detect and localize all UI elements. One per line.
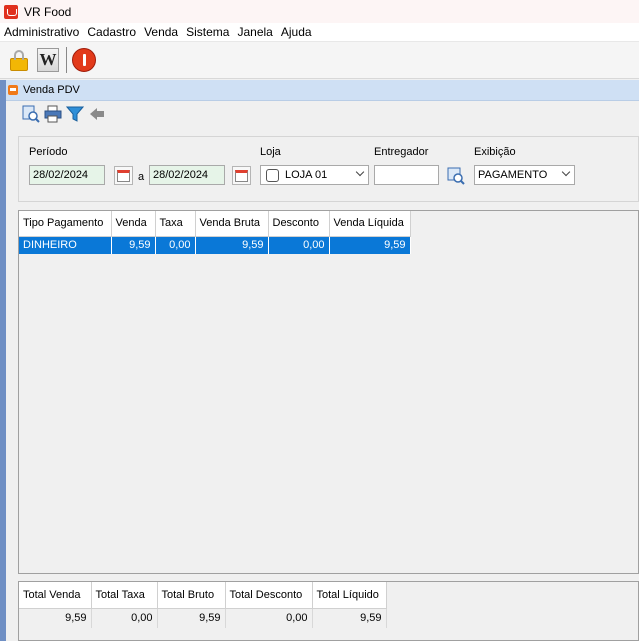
filter-panel: Período 28/02/2024 a 28/02/2024 Loja LOJ…	[18, 136, 639, 202]
total-venda-value: 9,59	[19, 608, 92, 628]
col-venda-liquida[interactable]: Venda Líquida	[329, 211, 411, 237]
total-desconto-value: 0,00	[225, 608, 313, 628]
col-venda[interactable]: Venda	[111, 211, 156, 237]
filter-icon	[66, 106, 84, 122]
print-button[interactable]	[42, 104, 64, 124]
col-taxa[interactable]: Taxa	[155, 211, 196, 237]
totals-header-row: Total Venda Total Taxa Total Bruto Total…	[19, 582, 387, 609]
total-liquido-value: 9,59	[312, 608, 387, 628]
loja-value: LOJA 01	[285, 169, 328, 181]
lock-icon	[10, 49, 28, 71]
exit-button[interactable]	[71, 46, 97, 74]
table-header-row: Tipo Pagamento Venda Taxa Venda Bruta De…	[19, 211, 411, 237]
calendar-icon	[117, 169, 130, 182]
total-liquido-label: Total Líquido	[312, 582, 387, 609]
totals-table: Total Venda Total Taxa Total Bruto Total…	[19, 582, 387, 628]
window-title: VR Food	[24, 4, 72, 19]
cell-taxa: 0,00	[155, 236, 196, 254]
total-taxa-value: 0,00	[91, 608, 158, 628]
total-taxa-label: Total Taxa	[91, 582, 158, 609]
filter-button[interactable]	[64, 104, 86, 124]
power-icon	[72, 48, 96, 72]
exibicao-select[interactable]: PAGAMENTO	[474, 165, 575, 185]
loja-checkbox[interactable]	[266, 168, 279, 182]
frame-title: Venda PDV	[23, 84, 80, 96]
total-bruto-value: 9,59	[157, 608, 226, 628]
date-from-field[interactable]: 28/02/2024	[29, 165, 105, 185]
col-desconto[interactable]: Desconto	[268, 211, 330, 237]
calendar-icon	[235, 169, 248, 182]
date-from-calendar-button[interactable]	[114, 166, 133, 185]
menu-janela[interactable]: Janela	[233, 25, 276, 39]
cell-venda-bruta: 9,59	[195, 236, 269, 254]
search-report-icon	[22, 105, 40, 123]
search-icon	[447, 167, 465, 185]
menu-venda[interactable]: Venda	[140, 25, 182, 39]
main-toolbar: W	[0, 42, 639, 79]
cell-desconto: 0,00	[268, 236, 330, 254]
menu-ajuda[interactable]: Ajuda	[277, 25, 316, 39]
cell-venda-liquida: 9,59	[329, 236, 411, 254]
results-table: Tipo Pagamento Venda Taxa Venda Bruta De…	[19, 211, 411, 254]
back-button[interactable]	[86, 104, 108, 124]
col-venda-bruta[interactable]: Venda Bruta	[195, 211, 269, 237]
total-desconto-label: Total Desconto	[225, 582, 313, 609]
total-venda-label: Total Venda	[19, 582, 92, 609]
venda-pdv-frame: Venda PDV Período 28/02/2024 a 28/02/202…	[6, 80, 639, 641]
exibicao-label: Exibição	[474, 146, 516, 158]
loja-label: Loja	[260, 146, 281, 158]
periodo-label: Período	[29, 146, 68, 158]
totals-values-row: 9,59 0,00 9,59 0,00 9,59	[19, 608, 387, 628]
frame-toolbar	[20, 104, 108, 124]
w-button[interactable]: W	[35, 46, 61, 74]
search-report-button[interactable]	[20, 104, 42, 124]
date-to-calendar-button[interactable]	[232, 166, 251, 185]
entregador-search-button[interactable]	[446, 166, 465, 185]
table-row[interactable]: DINHEIRO 9,59 0,00 9,59 0,00 9,59	[19, 236, 411, 254]
entregador-label: Entregador	[374, 146, 429, 158]
menu-cadastro[interactable]: Cadastro	[83, 25, 140, 39]
col-tipo-pagamento[interactable]: Tipo Pagamento	[19, 211, 112, 237]
menu-administrativo[interactable]: Administrativo	[0, 25, 83, 39]
title-bar: VR Food	[0, 0, 639, 23]
frame-title-bar: Venda PDV	[6, 80, 639, 101]
exibicao-value: PAGAMENTO	[478, 169, 548, 181]
cell-tipo-pagamento: DINHEIRO	[19, 236, 112, 254]
date-to-field[interactable]: 28/02/2024	[149, 165, 225, 185]
lock-button[interactable]	[6, 46, 32, 74]
chevron-down-icon	[561, 167, 571, 177]
chevron-down-icon	[355, 167, 365, 177]
cell-venda: 9,59	[111, 236, 156, 254]
entregador-field[interactable]	[374, 165, 439, 185]
frame-icon	[8, 85, 18, 95]
menu-sistema[interactable]: Sistema	[182, 25, 233, 39]
date-separator: a	[138, 171, 145, 183]
results-grid: Tipo Pagamento Venda Taxa Venda Bruta De…	[18, 210, 639, 574]
print-icon	[44, 105, 62, 123]
totals-panel: Total Venda Total Taxa Total Bruto Total…	[18, 581, 639, 641]
app-logo-icon	[4, 4, 18, 19]
total-bruto-label: Total Bruto	[157, 582, 226, 609]
menu-bar: Administrativo Cadastro Venda Sistema Ja…	[0, 23, 639, 42]
toolbar-separator	[66, 47, 67, 73]
w-icon: W	[37, 48, 59, 72]
back-arrow-icon	[90, 108, 104, 120]
loja-select[interactable]: LOJA 01	[260, 165, 369, 185]
